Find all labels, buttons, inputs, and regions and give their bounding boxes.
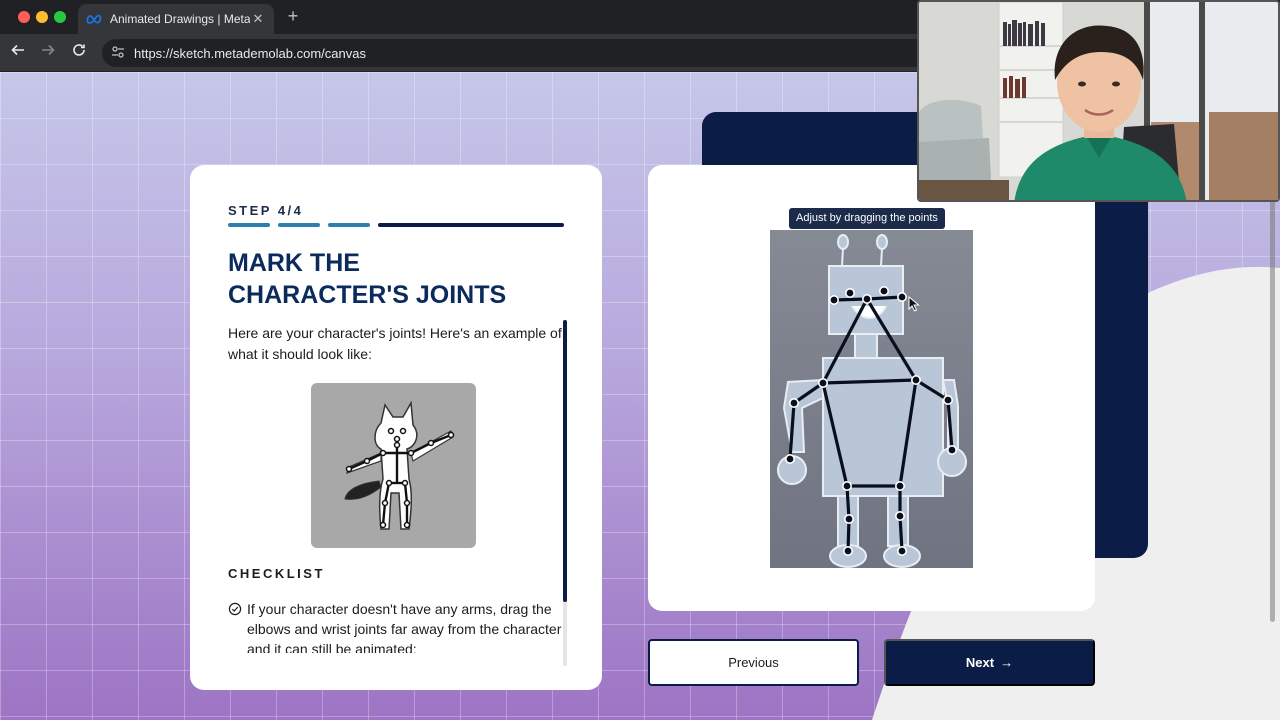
next-button[interactable]: Next → [884,639,1095,686]
webcam-overlay [917,0,1280,202]
joints-canvas-card: Adjust by dragging the points [648,165,1095,611]
tab-close-icon[interactable]: ✕ [250,11,266,27]
joint-point [895,481,906,492]
checklist-item: If your character doesn't have any arms,… [228,599,564,653]
webcam-video [919,2,1278,200]
step-label: STEP 4/4 [228,203,304,218]
page-title: MARK THE CHARACTER'S JOINTS [228,247,568,311]
joint-point [788,398,799,409]
url-text: https://sketch.metademolab.com/canvas [134,45,366,61]
example-image [311,383,476,548]
joint-point [895,510,906,521]
title-line: MARK THE [228,249,360,277]
joint-point [897,291,908,302]
joint-point [817,378,828,389]
new-tab-button[interactable]: + [283,6,303,27]
meta-logo-icon [86,14,102,24]
fox-skeleton-illustration [344,400,455,530]
instructions-scroll-area[interactable]: Here are your character's joints! Here's… [228,323,564,653]
checklist-heading: CHECKLIST [228,566,325,581]
maximize-window-button[interactable] [54,11,66,23]
arrow-right-icon[interactable] [38,43,58,63]
drag-hint-tooltip: Adjust by dragging the points [789,208,945,229]
joint-point [911,375,922,386]
instructions-scrollbar[interactable] [563,320,567,666]
joint-point [897,545,908,556]
robot-drawing [770,230,973,568]
browser-window: Animated Drawings | Meta FA ✕ + https://… [0,0,1280,720]
progress-segment [228,223,270,227]
minimize-window-button[interactable] [36,11,48,23]
tab-title: Animated Drawings | Meta FA [110,12,250,26]
previous-button-label: Previous [728,655,779,670]
instructions-card: STEP 4/4 MARK THE CHARACTER'S JOINTS Her… [190,165,602,690]
joint-point [844,513,855,524]
joint-point [845,287,856,298]
next-button-label: Next [965,655,995,670]
previous-button[interactable]: Previous [648,639,859,686]
joint-point [828,295,839,306]
joint-point [862,294,873,305]
close-window-button[interactable] [18,11,30,23]
joint-point [947,445,958,456]
mouse-cursor-icon [908,296,920,312]
browser-tab[interactable]: Animated Drawings | Meta FA ✕ [78,4,274,34]
intro-text: Here are your character's joints! Here's… [228,325,562,362]
progress-segment-current [378,223,564,227]
reload-icon[interactable] [69,43,89,63]
page-scrollbar[interactable] [1270,192,1275,622]
progress-segment [278,223,320,227]
joint-point [785,454,795,465]
instructions-scrollbar-thumb[interactable] [563,320,567,602]
arrow-left-icon[interactable] [8,43,28,63]
joint-point [842,481,853,492]
progress-segment [328,223,370,227]
character-canvas[interactable] [770,230,973,568]
check-circle-icon [228,602,242,616]
arrow-right-icon: → [1000,655,1014,670]
joint-point [843,545,854,556]
step-progress [228,223,564,227]
tune-icon[interactable] [110,45,126,61]
joint-point [943,395,954,406]
joint-point [879,285,890,296]
address-bar[interactable]: https://sketch.metademolab.com/canvas [102,39,1002,67]
checklist-item-text: If your character doesn't have any arms,… [247,601,562,653]
title-line: CHARACTER'S JOINTS [228,281,507,309]
